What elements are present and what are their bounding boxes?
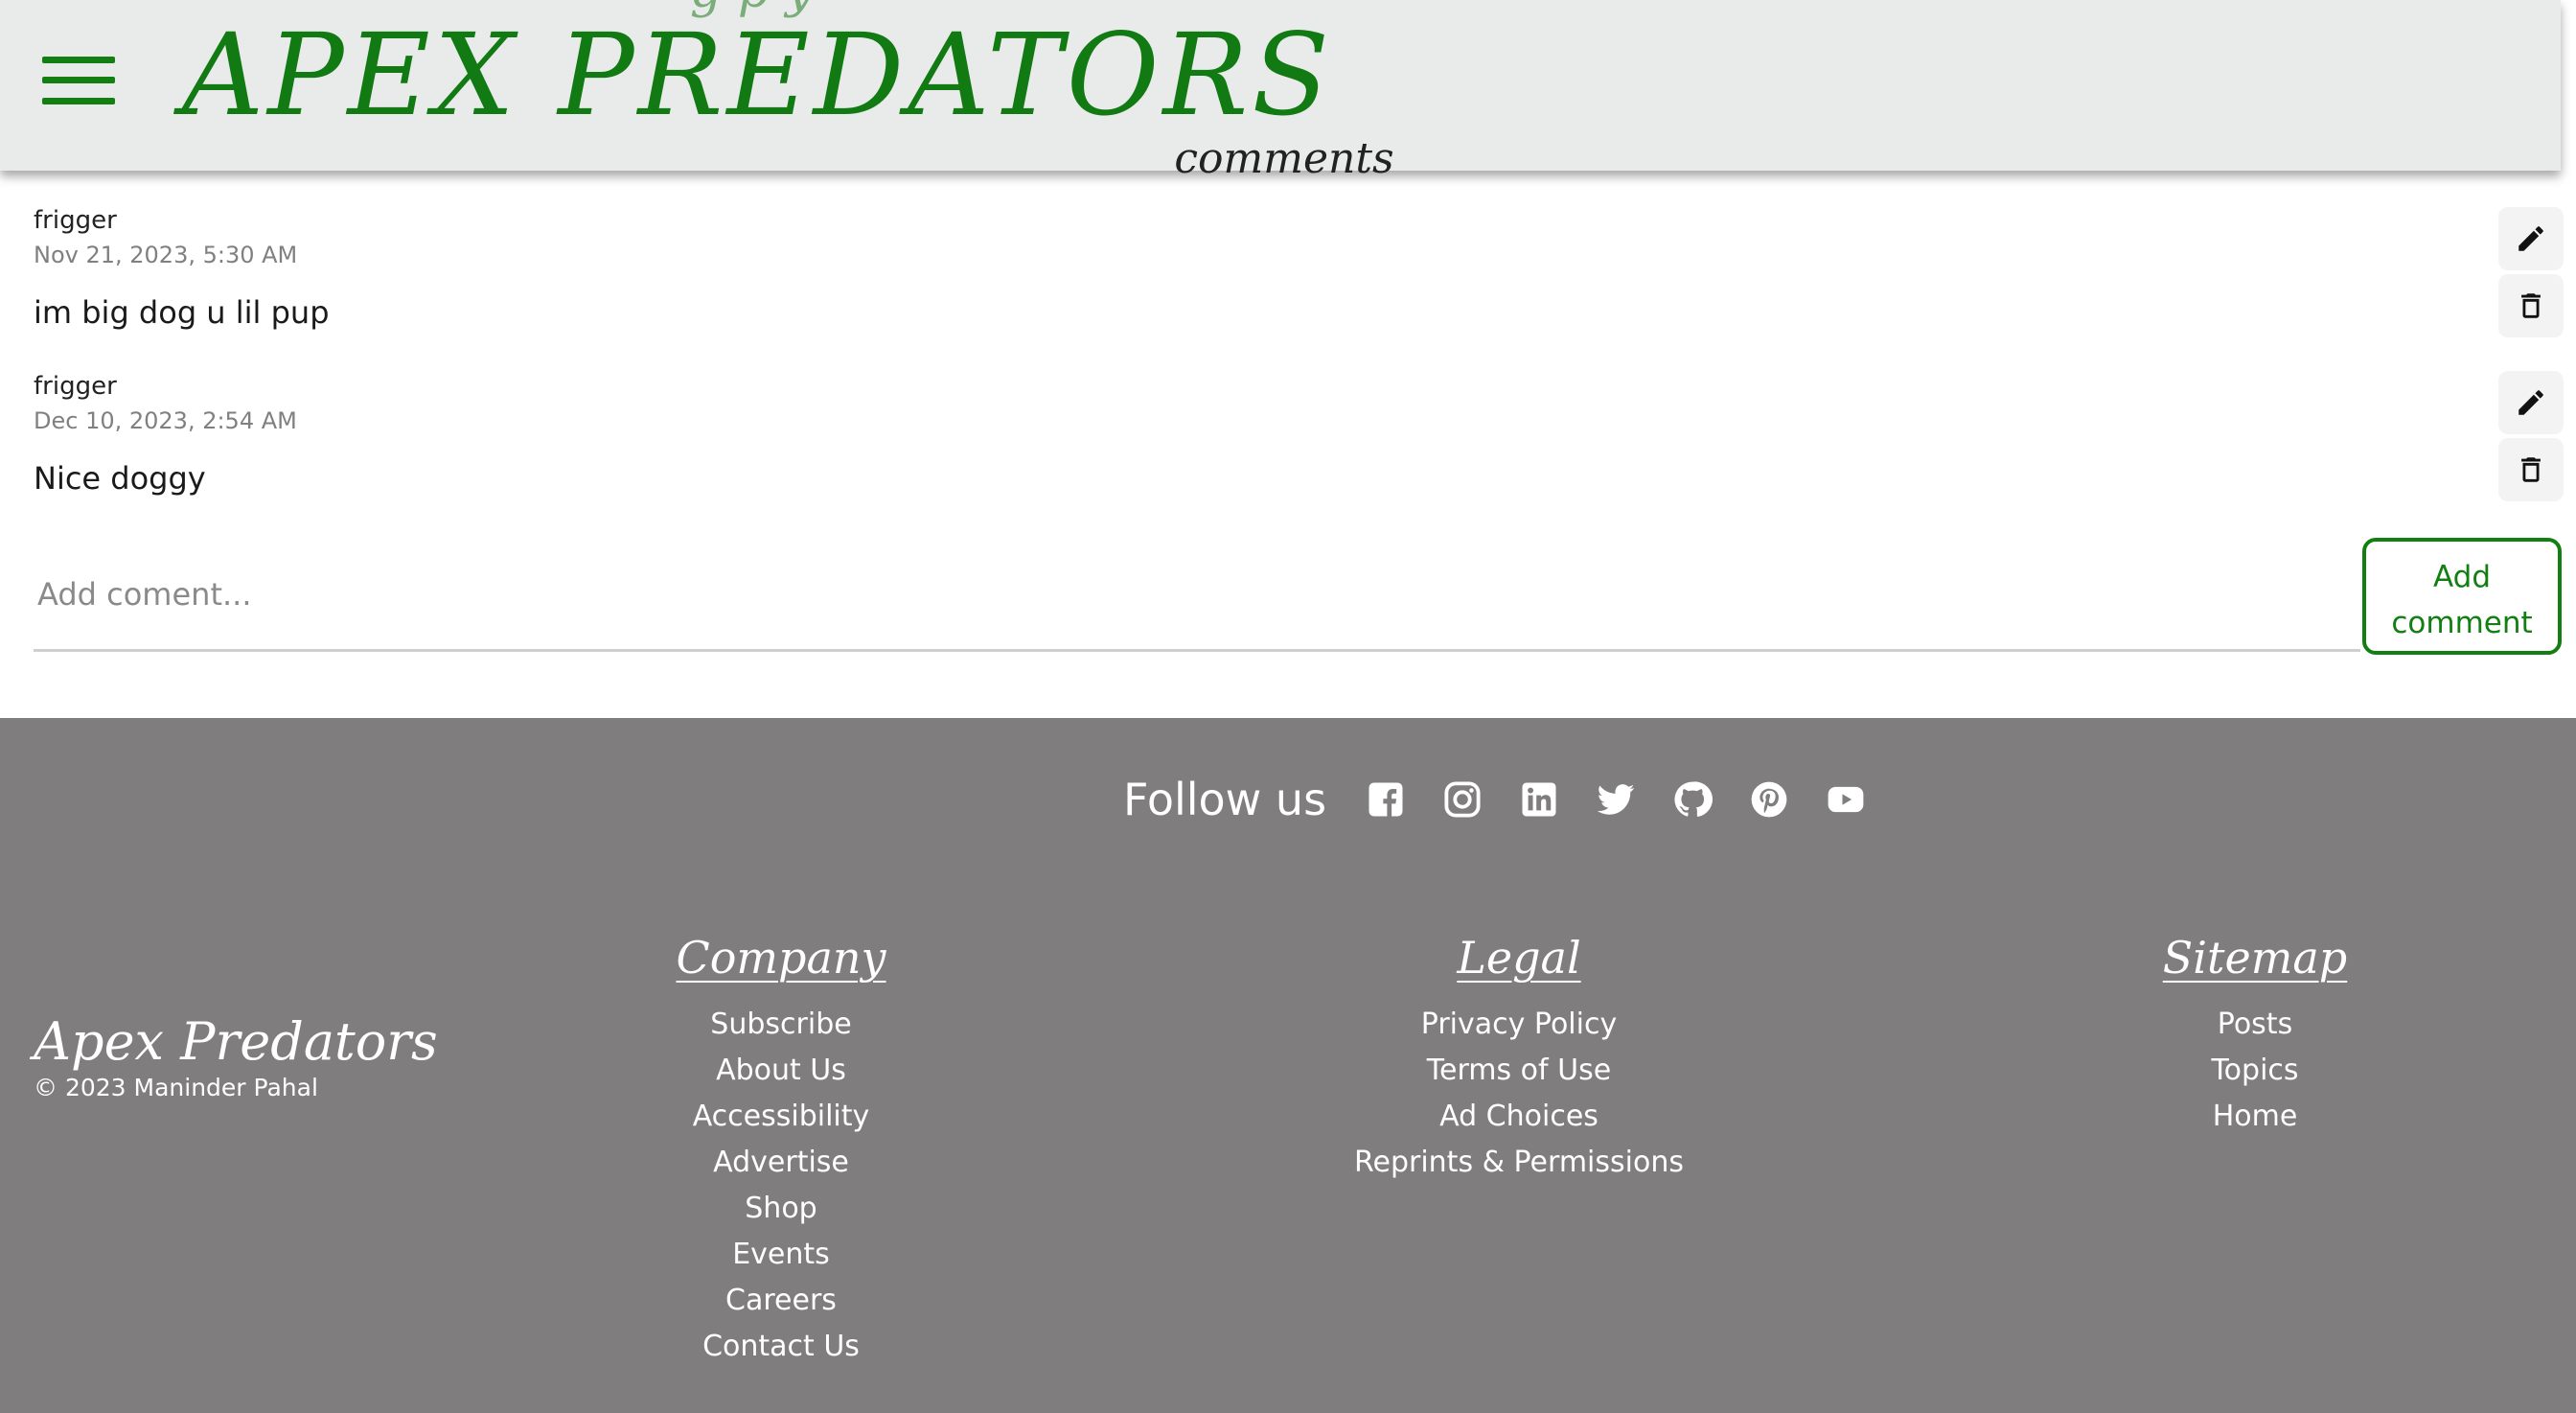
comment-item: frigger Dec 10, 2023, 2:54 AM Nice doggy: [34, 371, 2564, 501]
site-footer: Follow us Apex Predators © 2023 Maninder…: [0, 718, 2576, 1413]
footer-link-contact-us[interactable]: Contact Us: [541, 1324, 1021, 1370]
comment-text: Nice doggy: [34, 460, 206, 497]
pencil-icon: [2518, 390, 2543, 415]
follow-us-bar: Follow us: [1123, 766, 1884, 833]
comment-author: frigger: [34, 206, 117, 235]
footer-link-ad-choices[interactable]: Ad Choices: [1279, 1094, 1759, 1140]
footer-link-careers[interactable]: Careers: [541, 1278, 1021, 1324]
comment-date: Dec 10, 2023, 2:54 AM: [34, 407, 297, 434]
pencil-icon: [2518, 226, 2543, 251]
footer-column-title: Legal: [1457, 932, 1581, 984]
edit-comment-button[interactable]: [2498, 371, 2564, 434]
twitter-icon[interactable]: [1595, 778, 1637, 821]
footer-column-title: Sitemap: [2162, 932, 2348, 984]
footer-link-topics[interactable]: Topics: [2015, 1048, 2495, 1094]
comment-item: frigger Nov 21, 2023, 5:30 AM im big dog…: [34, 205, 2564, 337]
footer-column-company: Company Subscribe About Us Accessibility…: [541, 927, 1021, 1370]
footer-link-terms-of-use[interactable]: Terms of Use: [1279, 1048, 1759, 1094]
footer-link-accessibility[interactable]: Accessibility: [541, 1094, 1021, 1140]
comment-text: im big dog u lil pup: [34, 294, 330, 331]
footer-link-about-us[interactable]: About Us: [541, 1048, 1021, 1094]
footer-link-shop[interactable]: Shop: [541, 1186, 1021, 1232]
footer-column-sitemap: Sitemap Posts Topics Home: [2015, 927, 2495, 1140]
delete-comment-button[interactable]: [2498, 274, 2564, 337]
comment-author: frigger: [34, 372, 117, 401]
footer-link-home[interactable]: Home: [2015, 1094, 2495, 1140]
footer-link-subscribe[interactable]: Subscribe: [541, 1002, 1021, 1048]
footer-column-title: Company: [676, 932, 886, 984]
youtube-icon[interactable]: [1825, 778, 1867, 821]
edit-comment-button[interactable]: [2498, 207, 2564, 270]
hamburger-menu-icon[interactable]: [42, 54, 115, 107]
comment-actions: [2498, 207, 2564, 341]
delete-comment-button[interactable]: [2498, 438, 2564, 501]
trash-icon: [2521, 293, 2541, 318]
footer-link-events[interactable]: Events: [541, 1232, 1021, 1278]
copyright-text: © 2023 Maninder Pahal: [34, 1074, 318, 1101]
github-icon[interactable]: [1671, 778, 1714, 821]
footer-brand-name: Apex Predators: [34, 1011, 438, 1072]
comment-date: Nov 21, 2023, 5:30 AM: [34, 242, 298, 268]
instagram-icon[interactable]: [1441, 778, 1484, 821]
footer-column-legal: Legal Privacy Policy Terms of Use Ad Cho…: [1279, 927, 1759, 1186]
footer-link-advertise[interactable]: Advertise: [541, 1140, 1021, 1186]
pinterest-icon[interactable]: [1748, 778, 1790, 821]
add-comment-button[interactable]: Add comment: [2362, 538, 2562, 655]
footer-link-reprints-permissions[interactable]: Reprints & Permissions: [1279, 1140, 1759, 1186]
comment-actions: [2498, 371, 2564, 505]
trash-icon: [2521, 457, 2541, 482]
follow-us-label: Follow us: [1123, 774, 1327, 825]
footer-brand: Apex Predators © 2023 Maninder Pahal: [34, 1011, 438, 1103]
footer-link-posts[interactable]: Posts: [2015, 1002, 2495, 1048]
add-comment-input[interactable]: [34, 539, 2360, 652]
linkedin-icon[interactable]: [1518, 778, 1560, 821]
facebook-icon[interactable]: [1365, 778, 1407, 821]
comments-heading: comments: [1174, 134, 1394, 183]
footer-link-privacy-policy[interactable]: Privacy Policy: [1279, 1002, 1759, 1048]
site-title[interactable]: APEX PREDATORS: [182, 8, 1333, 142]
